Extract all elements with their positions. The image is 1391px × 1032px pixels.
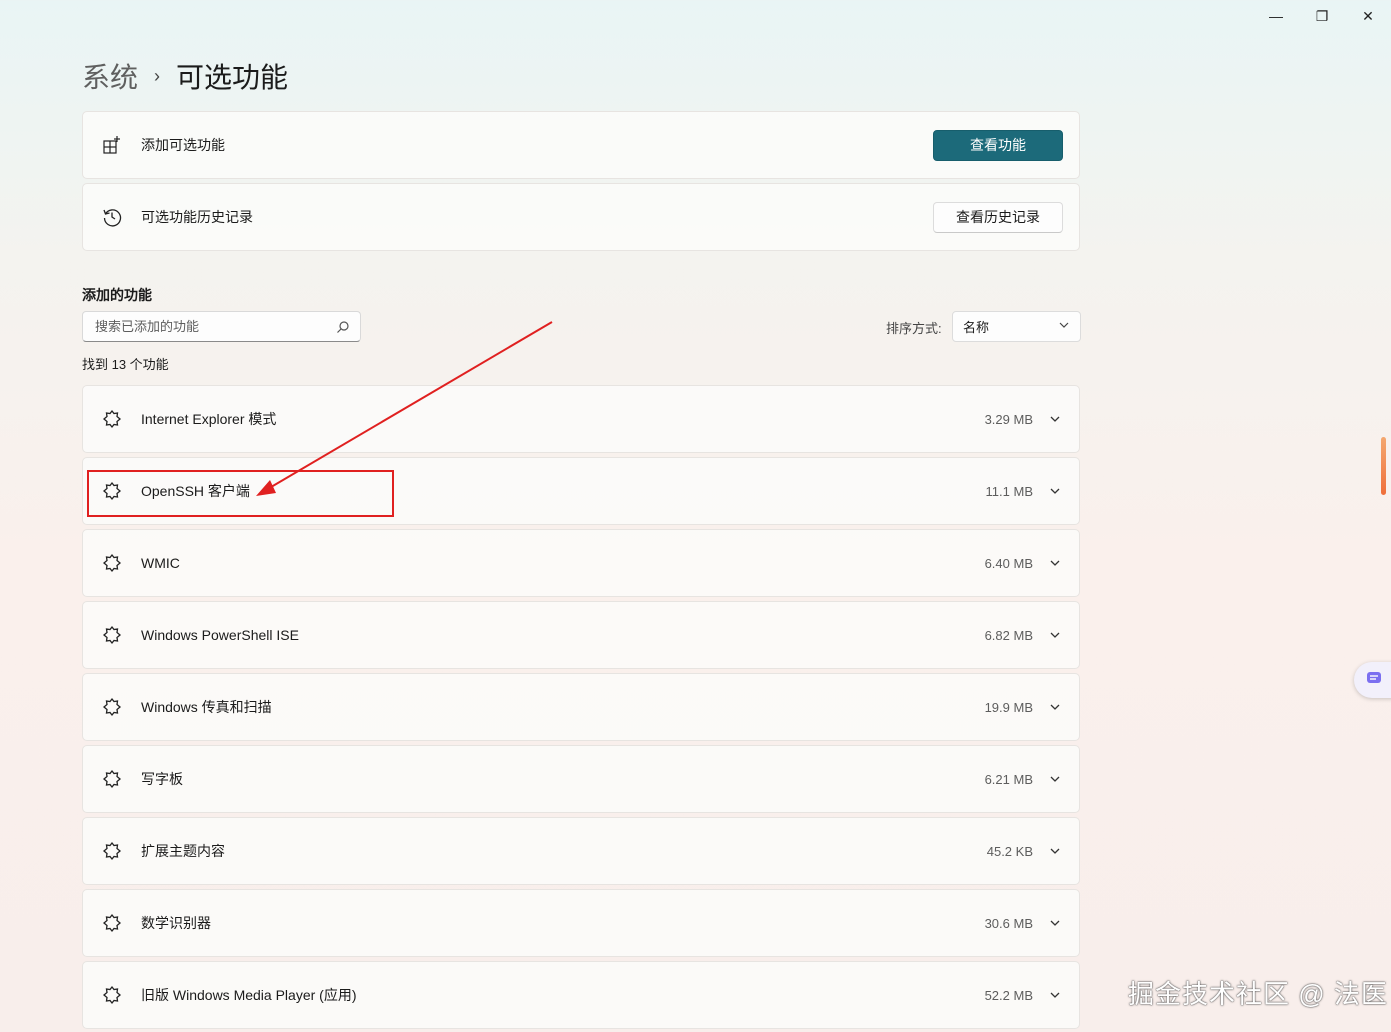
view-history-button[interactable]: 查看历史记录 [933,201,1063,233]
feature-size: 19.9 MB [984,699,1033,715]
breadcrumb-parent[interactable]: 系统 [82,56,138,96]
sort-value: 名称 [963,320,990,335]
feature-row[interactable]: 写字板 6.21 MB [82,745,1080,813]
puzzle-icon [101,624,123,646]
history-icon [101,206,123,228]
sort-label: 排序方式: [886,321,942,336]
history-card: 可选功能历史记录 查看历史记录 [82,183,1080,251]
feature-size: 52.2 MB [984,987,1033,1003]
breadcrumb: 系统 › 可选功能 [82,56,288,96]
expand-chevron-icon[interactable] [1047,483,1063,499]
expand-chevron-icon[interactable] [1047,627,1063,643]
puzzle-icon [101,696,123,718]
close-button[interactable]: ✕ [1345,0,1391,32]
chat-icon [1364,668,1384,693]
feature-row[interactable]: 扩展主题内容 45.2 KB [82,817,1080,885]
feature-size: 6.40 MB [984,555,1033,571]
restore-icon: ❐ [1315,7,1329,24]
feature-size: 30.6 MB [984,915,1033,931]
puzzle-icon [101,912,123,934]
feature-row[interactable]: Internet Explorer 模式 3.29 MB [82,385,1080,453]
expand-chevron-icon[interactable] [1047,915,1063,931]
feature-name: Windows 传真和扫描 [141,699,272,715]
feature-row[interactable]: 旧版 Windows Media Player (应用) 52.2 MB [82,961,1080,1029]
expand-chevron-icon[interactable] [1047,843,1063,859]
search-box[interactable] [82,311,361,342]
feature-count: 找到 13 个功能 [82,357,169,372]
feature-name: 数学识别器 [141,915,211,931]
history-label: 可选功能历史记录 [141,209,253,225]
chevron-down-icon [1058,319,1070,334]
sort-dropdown[interactable]: 名称 [952,311,1081,342]
puzzle-icon [101,408,123,430]
page-title: 可选功能 [176,62,289,93]
feature-size: 6.21 MB [984,771,1033,787]
puzzle-icon [101,552,123,574]
feature-size: 6.82 MB [984,627,1033,643]
expand-chevron-icon[interactable] [1047,699,1063,715]
feature-row[interactable]: Windows 传真和扫描 19.9 MB [82,673,1080,741]
feature-row[interactable]: Windows PowerShell ISE 6.82 MB [82,601,1080,669]
feature-size: 45.2 KB [986,843,1033,859]
minimize-button[interactable]: — [1253,0,1299,32]
close-icon: ✕ [1362,7,1374,24]
feature-row[interactable]: WMIC 6.40 MB [82,529,1080,597]
add-feature-card: 添加可选功能 查看功能 [82,111,1080,179]
feature-name: Windows PowerShell ISE [141,627,299,643]
feature-name: 旧版 Windows Media Player (应用) [141,987,357,1003]
feature-name: 写字板 [141,771,183,787]
feature-row[interactable]: 数学识别器 30.6 MB [82,889,1080,957]
puzzle-icon [101,840,123,862]
floating-assistant-button[interactable] [1354,662,1391,698]
watermark: 掘金技术社区 @ 法医 [1128,979,1388,1009]
expand-chevron-icon[interactable] [1047,555,1063,571]
expand-chevron-icon[interactable] [1047,771,1063,787]
add-apps-icon [101,134,123,156]
puzzle-icon [101,768,123,790]
expand-chevron-icon[interactable] [1047,987,1063,1003]
minimize-icon: — [1269,8,1283,24]
view-features-button[interactable]: 查看功能 [933,129,1063,161]
search-input[interactable] [93,318,336,335]
expand-chevron-icon[interactable] [1047,411,1063,427]
feature-size: 11.1 MB [985,483,1033,499]
maximize-button[interactable]: ❐ [1299,0,1345,32]
puzzle-icon [101,984,123,1006]
breadcrumb-separator: › [154,65,161,86]
annotation-highlight-box [87,470,394,517]
window-controls: — ❐ ✕ [1253,0,1391,32]
search-icon [336,320,350,334]
add-feature-label: 添加可选功能 [141,137,225,153]
scrollbar-thumb[interactable] [1381,437,1386,495]
feature-name: WMIC [141,555,180,571]
feature-name: Internet Explorer 模式 [141,411,277,427]
feature-name: 扩展主题内容 [141,843,225,859]
feature-size: 3.29 MB [984,411,1033,427]
added-features-title: 添加的功能 [82,287,152,303]
